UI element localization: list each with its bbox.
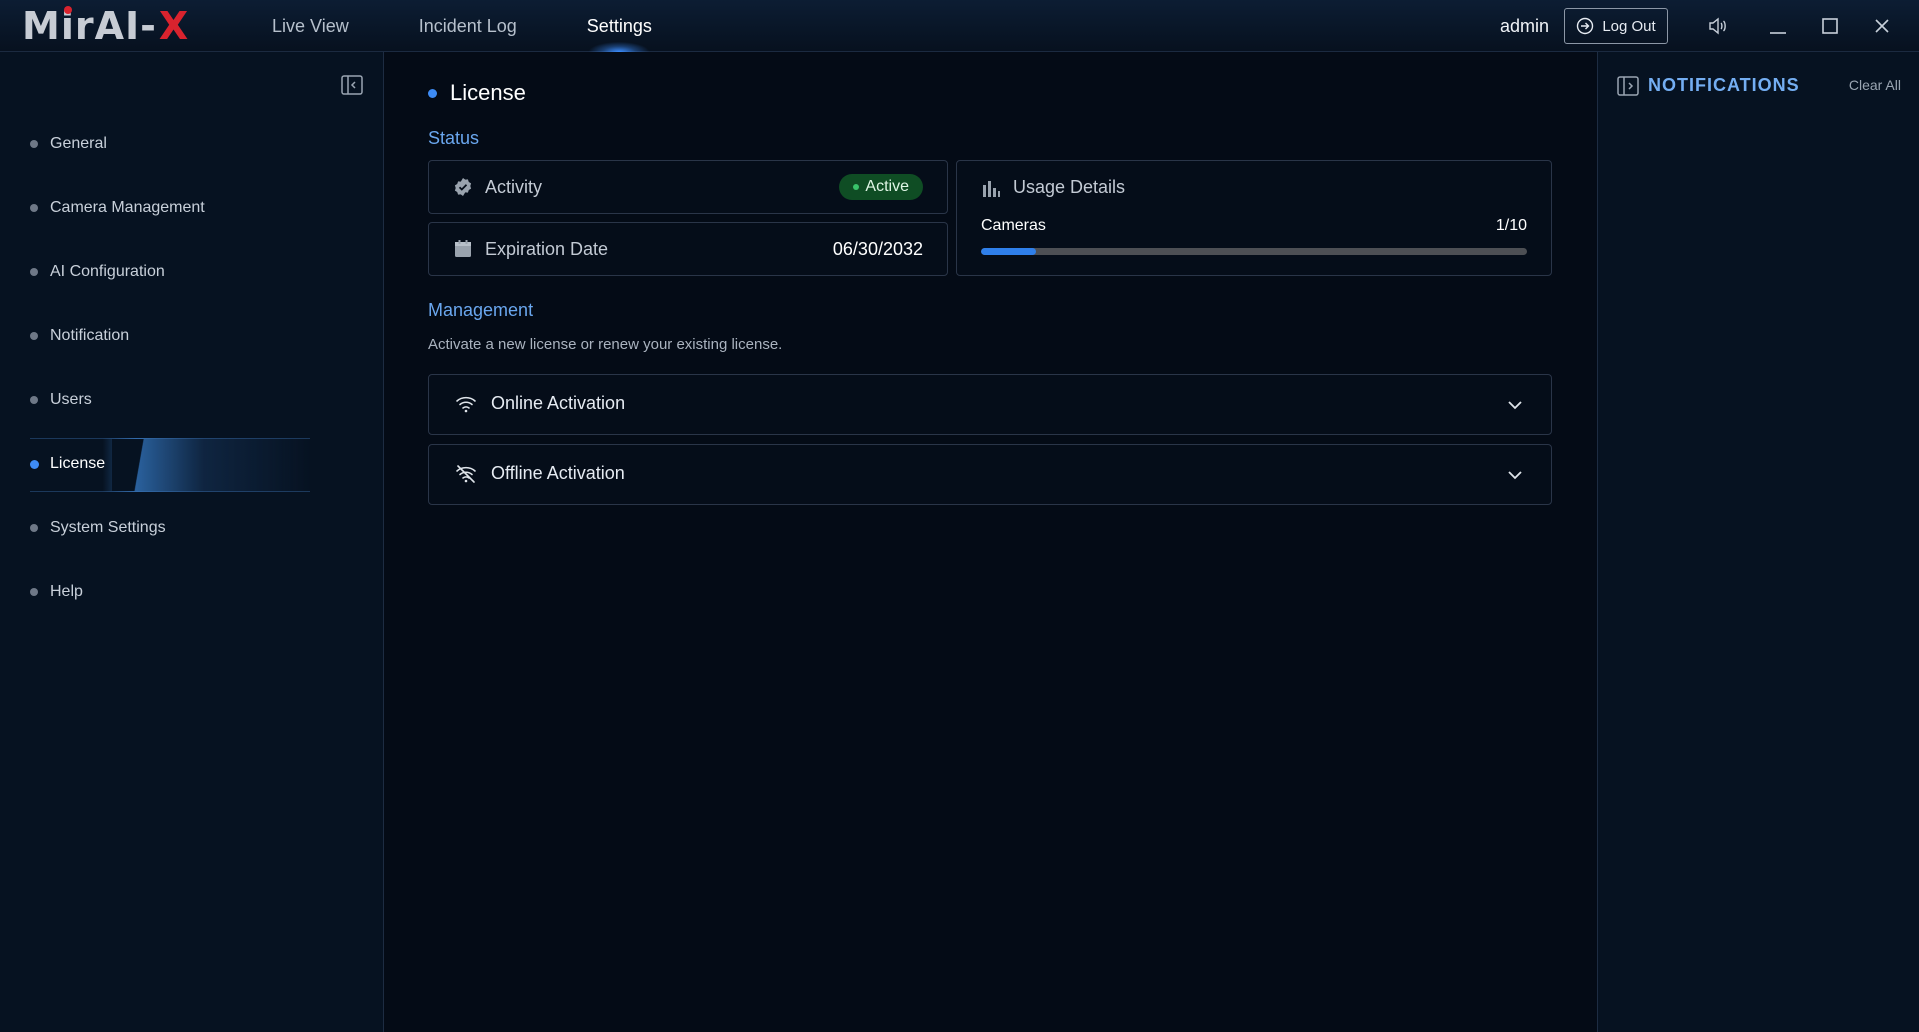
bullet-icon xyxy=(30,396,38,404)
logout-icon xyxy=(1577,17,1594,35)
sidebar-item-label: System Settings xyxy=(50,519,166,536)
logo-text: MirAI- xyxy=(22,4,157,48)
maximize-icon xyxy=(1822,18,1838,34)
settings-menu: General Camera Management AI Configurati… xyxy=(0,112,384,624)
expiration-card: Expiration Date 06/30/2032 xyxy=(428,222,948,276)
bullet-icon xyxy=(30,140,38,148)
cameras-usage-fill xyxy=(981,248,1036,255)
sidebar-item-label: General xyxy=(50,135,107,152)
volume-button[interactable] xyxy=(1703,12,1733,40)
sidebar-item-general[interactable]: General xyxy=(0,112,384,176)
sidebar-item-label: Notification xyxy=(50,327,130,344)
minimize-button[interactable] xyxy=(1763,12,1793,40)
speaker-icon xyxy=(1709,17,1726,35)
sidebar-item-label: Users xyxy=(50,391,92,408)
settings-sidebar: General Camera Management AI Configurati… xyxy=(0,52,384,1032)
app-logo: MirAI- X xyxy=(22,4,189,48)
management-description: Activate a new license or renew your exi… xyxy=(428,336,783,353)
sidebar-item-notification[interactable]: Notification xyxy=(0,304,384,368)
logo-x: X xyxy=(158,4,189,48)
offline-activation-accordion[interactable]: Offline Activation xyxy=(428,444,1552,505)
sidebar-item-label: Help xyxy=(50,583,83,600)
status-badge: Active xyxy=(839,174,923,200)
usage-title: Usage Details xyxy=(1013,177,1126,197)
bullet-icon xyxy=(30,588,38,596)
activity-label: Activity xyxy=(485,176,543,197)
logo-dot xyxy=(64,6,72,14)
bullet-icon xyxy=(30,524,38,532)
expiration-label: Expiration Date xyxy=(485,238,609,259)
minimize-icon xyxy=(1770,32,1786,34)
online-activation-accordion[interactable]: Online Activation xyxy=(428,374,1552,435)
expiration-date: 06/30/2032 xyxy=(832,238,923,259)
sidebar-item-users[interactable]: Users xyxy=(0,368,384,432)
sidebar-item-camera-management[interactable]: Camera Management xyxy=(0,176,384,240)
notifications-title: NOTIFICATIONS xyxy=(1648,75,1800,95)
sidebar-item-license[interactable]: License xyxy=(0,432,384,496)
wifi-off-icon xyxy=(456,465,476,483)
management-heading: Management xyxy=(428,300,534,320)
panel-expand-icon[interactable] xyxy=(1616,75,1640,97)
tab-live-view[interactable]: Live View xyxy=(250,0,371,52)
wifi-icon xyxy=(456,396,476,413)
sidebar-item-label: Camera Management xyxy=(50,199,205,216)
notifications-panel: NOTIFICATIONS Clear All xyxy=(1597,52,1919,1032)
verified-badge-icon xyxy=(454,178,472,196)
calendar-icon xyxy=(455,240,471,257)
collapse-sidebar-button[interactable] xyxy=(340,74,364,96)
sidebar-item-help[interactable]: Help xyxy=(0,560,384,624)
close-button[interactable] xyxy=(1867,12,1897,40)
logout-label: Log Out xyxy=(1602,17,1656,35)
bullet-icon xyxy=(30,268,38,276)
clear-all-button[interactable]: Clear All xyxy=(1849,77,1901,93)
sidebar-item-ai-configuration[interactable]: AI Configuration xyxy=(0,240,384,304)
offline-activation-label: Offline Activation xyxy=(491,463,625,483)
username: admin xyxy=(1500,16,1550,36)
cameras-usage-bar xyxy=(981,248,1527,255)
page-title-text: License xyxy=(450,80,526,105)
cameras-count: 1/10 xyxy=(1495,217,1527,234)
main-nav: Live View Incident Log Settings xyxy=(250,0,700,52)
chevron-down-icon xyxy=(1508,401,1522,410)
sidebar-item-system-settings[interactable]: System Settings xyxy=(0,496,384,560)
cameras-label: Cameras xyxy=(981,217,1046,234)
close-icon xyxy=(1875,19,1889,33)
logout-button[interactable]: Log Out xyxy=(1564,8,1668,44)
usage-details-card: Usage Details Cameras 1/10 xyxy=(956,160,1552,276)
bar-chart-icon xyxy=(983,181,1000,197)
status-heading: Status xyxy=(428,128,480,148)
bullet-icon xyxy=(30,332,38,340)
activity-card: Activity Active xyxy=(428,160,948,214)
title-dot xyxy=(428,88,437,98)
maximize-button[interactable] xyxy=(1815,12,1845,40)
license-panel: License Status Activity Active Expiratio… xyxy=(384,52,1597,1032)
bullet-icon xyxy=(30,459,39,469)
tab-settings[interactable]: Settings xyxy=(565,0,674,52)
online-activation-label: Online Activation xyxy=(491,393,626,413)
bullet-icon xyxy=(30,204,38,212)
top-bar: MirAI- X Live View Incident Log Settings … xyxy=(0,0,1919,52)
tab-incident-log[interactable]: Incident Log xyxy=(397,0,539,52)
sidebar-collapse-icon xyxy=(341,75,363,95)
chevron-down-icon xyxy=(1508,471,1522,480)
sidebar-item-label: License xyxy=(50,455,106,472)
page-title: License xyxy=(428,80,526,106)
sidebar-item-label: AI Configuration xyxy=(50,263,165,280)
